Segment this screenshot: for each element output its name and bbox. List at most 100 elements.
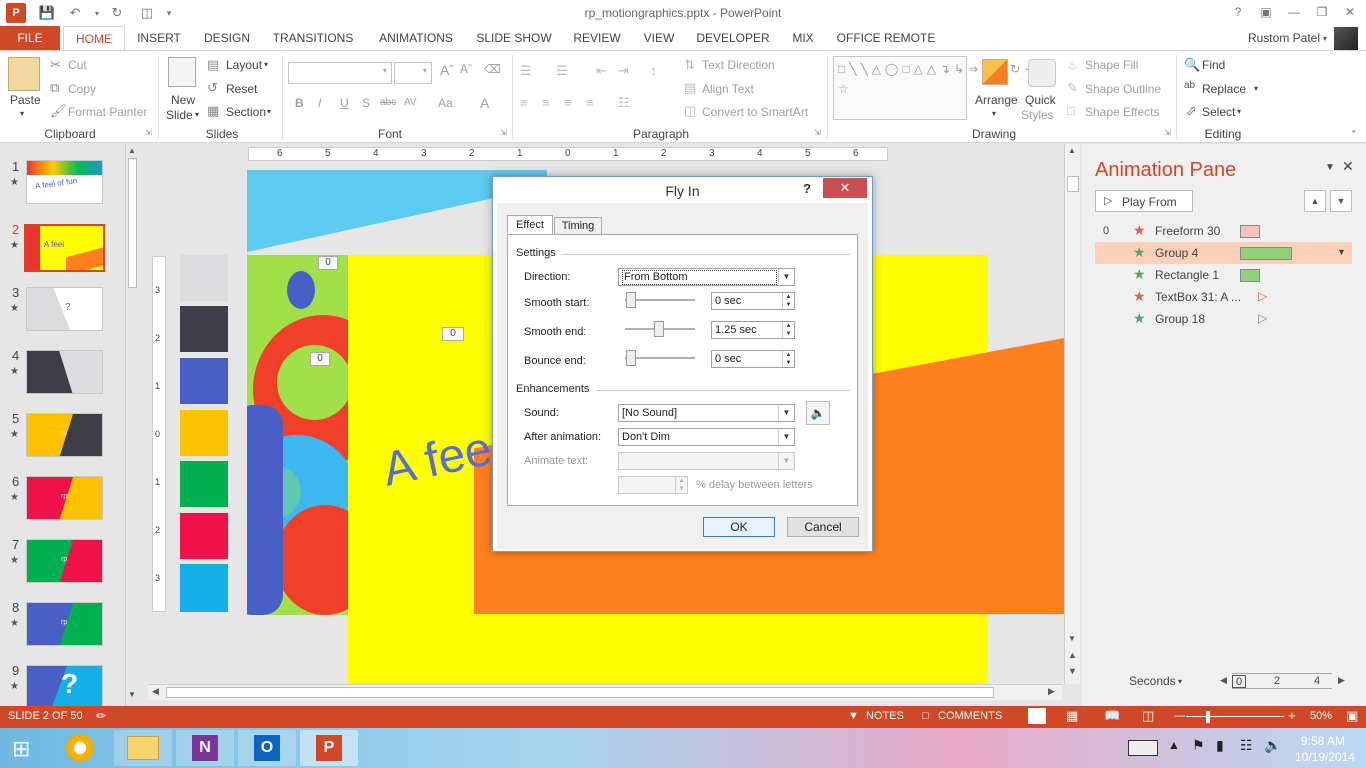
avatar[interactable] (1334, 27, 1358, 50)
font-color-button[interactable]: A (480, 95, 489, 111)
new-slide-label-2[interactable]: Slide (166, 108, 193, 122)
zoom-level[interactable]: 50% (1310, 710, 1332, 722)
scroll-up-icon[interactable]: ▲ (128, 146, 136, 155)
decrease-indent-icon[interactable]: ⇤ (596, 63, 607, 79)
slide-thumbnail-6[interactable]: rp (26, 476, 103, 520)
format-painter-button[interactable]: Format Painter (68, 105, 147, 119)
replace-dropdown-icon[interactable]: ▾ (1254, 84, 1258, 93)
numbering-icon[interactable]: ☰ (556, 63, 568, 79)
italic-button[interactable]: I (318, 96, 321, 110)
sound-select[interactable]: [No Sound] ▼ (618, 404, 795, 422)
tab-file[interactable]: FILE (0, 26, 60, 50)
fit-to-window-icon[interactable]: ▣ (1346, 708, 1358, 724)
clear-format-icon[interactable]: ⌫ (484, 62, 501, 76)
swatch-green[interactable] (180, 461, 228, 507)
zoom-out-icon[interactable]: — (1174, 710, 1185, 722)
slide-circles-group[interactable] (247, 255, 348, 615)
editor-vertical-scrollbar[interactable]: ▲ ▼ ▲ ▼ (1064, 144, 1080, 684)
tab-slideshow[interactable]: SLIDE SHOW (474, 26, 554, 50)
spinner-icon[interactable]: ▲ ▼ (782, 351, 794, 367)
slide-sorter-icon[interactable]: ▦ (1066, 708, 1078, 724)
slide-thumbnail-2[interactable]: A feel (24, 224, 105, 272)
swatch-yellow[interactable] (180, 410, 228, 456)
normal-view-icon[interactable] (1028, 708, 1046, 724)
drawing-launcher-icon[interactable]: ⇲ (1164, 128, 1171, 137)
timeline-scale[interactable]: 0 2 4 (1232, 673, 1332, 689)
tab-effect[interactable]: Effect (507, 215, 553, 235)
char-spacing-button[interactable]: AV (404, 97, 417, 108)
shape-fill-button[interactable]: Shape Fill (1085, 58, 1138, 72)
scroll-left-icon[interactable]: ◀ (1220, 675, 1227, 686)
swatch-blue[interactable] (180, 358, 228, 404)
copy-button[interactable]: Copy (68, 82, 96, 96)
layout-dropdown-icon[interactable]: ▾ (264, 60, 268, 69)
line-spacing-icon[interactable]: ↕ (650, 63, 657, 78)
underline-button[interactable]: U (340, 96, 349, 110)
minimize-button[interactable]: — (1280, 2, 1308, 22)
scroll-right-icon[interactable]: ▶ (1048, 686, 1055, 697)
scroll-up-icon[interactable]: ▲ (1068, 146, 1076, 155)
swatch-dark[interactable] (180, 306, 228, 352)
align-right-icon[interactable]: ≡ (564, 95, 572, 110)
scroll-right-icon[interactable]: ▶ (1338, 675, 1345, 686)
replace-button[interactable]: Replace (1202, 82, 1246, 96)
shape-effects-button[interactable]: Shape Effects (1085, 105, 1160, 119)
grow-font-icon[interactable]: Aˆ (440, 62, 454, 78)
spinner-icon[interactable]: ▲ ▼ (782, 293, 794, 309)
direction-select[interactable]: From Bottom ▼ (618, 268, 795, 286)
collapse-ribbon-icon[interactable]: ⌃ (1350, 129, 1358, 140)
slideshow-view-icon[interactable]: ◫ (1142, 708, 1154, 724)
cut-button[interactable]: Cut (68, 58, 87, 72)
zoom-in-icon[interactable]: + (1288, 708, 1296, 723)
user-dropdown-icon[interactable]: ▾ (1323, 34, 1327, 43)
increase-indent-icon[interactable]: ⇥ (618, 63, 629, 79)
tab-design[interactable]: DESIGN (198, 26, 256, 50)
battery-icon[interactable]: ▮ (1216, 737, 1224, 754)
reset-button[interactable]: Reset (226, 82, 257, 96)
arrange-icon[interactable] (982, 59, 1008, 85)
find-button[interactable]: Find (1202, 58, 1225, 72)
next-slide-icon[interactable]: ▼ (1068, 666, 1077, 676)
animation-order-tag[interactable]: 0 (318, 256, 338, 270)
strikethrough-button[interactable]: abc (380, 97, 396, 108)
tab-office-remote[interactable]: OFFICE REMOTE (834, 26, 938, 50)
clock-date[interactable]: 10/19/2014 (1290, 750, 1360, 764)
tab-review[interactable]: REVIEW (568, 26, 626, 50)
comments-button[interactable]: COMMENTS (938, 710, 1002, 722)
font-size-box[interactable]: ▾ (394, 62, 432, 84)
animation-item-group-4[interactable]: ★ Group 4 ▼ (1095, 242, 1352, 264)
paste-button[interactable]: Paste (10, 93, 41, 107)
swatch-gray[interactable] (180, 255, 228, 301)
layout-button[interactable]: Layout (226, 58, 262, 72)
powerpoint-taskbar-icon[interactable]: P (300, 730, 358, 766)
animation-item-textbox-31[interactable]: ★ TextBox 31: A ... ▷ (1095, 286, 1352, 308)
animation-item-group-18[interactable]: ★ Group 18 ▷ (1095, 308, 1352, 330)
timeline-bar[interactable] (1240, 225, 1260, 238)
swatch-cyan[interactable] (180, 564, 228, 612)
restore-button[interactable]: ❐ (1308, 2, 1336, 22)
notes-button[interactable]: NOTES (866, 710, 904, 722)
shrink-font-icon[interactable]: Aˇ (460, 62, 472, 76)
change-case-button[interactable]: Aa (438, 96, 453, 110)
pane-close-icon[interactable]: ✕ (1342, 158, 1354, 175)
zoom-slider-thumb[interactable] (1206, 711, 1210, 723)
animation-order-tag[interactable]: 0 (310, 352, 330, 366)
smooth-start-input[interactable]: 0 sec ▲ ▼ (711, 292, 795, 310)
move-down-icon[interactable]: ▼ (1330, 190, 1352, 212)
scrollbar-thumb[interactable] (1067, 176, 1079, 192)
previous-slide-icon[interactable]: ▲ (1068, 650, 1077, 660)
tab-animations[interactable]: ANIMATIONS (370, 26, 462, 50)
letter-delay-input[interactable]: ▲ ▼ (618, 476, 688, 494)
tab-transitions[interactable]: TRANSITIONS (268, 26, 358, 50)
shape-outline-button[interactable]: Shape Outline (1085, 82, 1161, 96)
font-launcher-icon[interactable]: ⇲ (500, 128, 507, 137)
file-explorer-taskbar-icon[interactable] (114, 730, 172, 766)
justify-icon[interactable]: ≡ (586, 95, 594, 110)
slide-thumbnail-7[interactable]: rp (26, 539, 103, 583)
font-name-box[interactable]: ▾ (288, 62, 392, 84)
align-text-button[interactable]: Align Text (702, 82, 754, 96)
scrollbar-thumb[interactable] (128, 158, 137, 288)
arrange-button[interactable]: Arrange (975, 93, 1018, 107)
slide-thumbnail-4[interactable] (26, 350, 103, 394)
arrange-dropdown-icon[interactable]: ▾ (992, 109, 996, 118)
